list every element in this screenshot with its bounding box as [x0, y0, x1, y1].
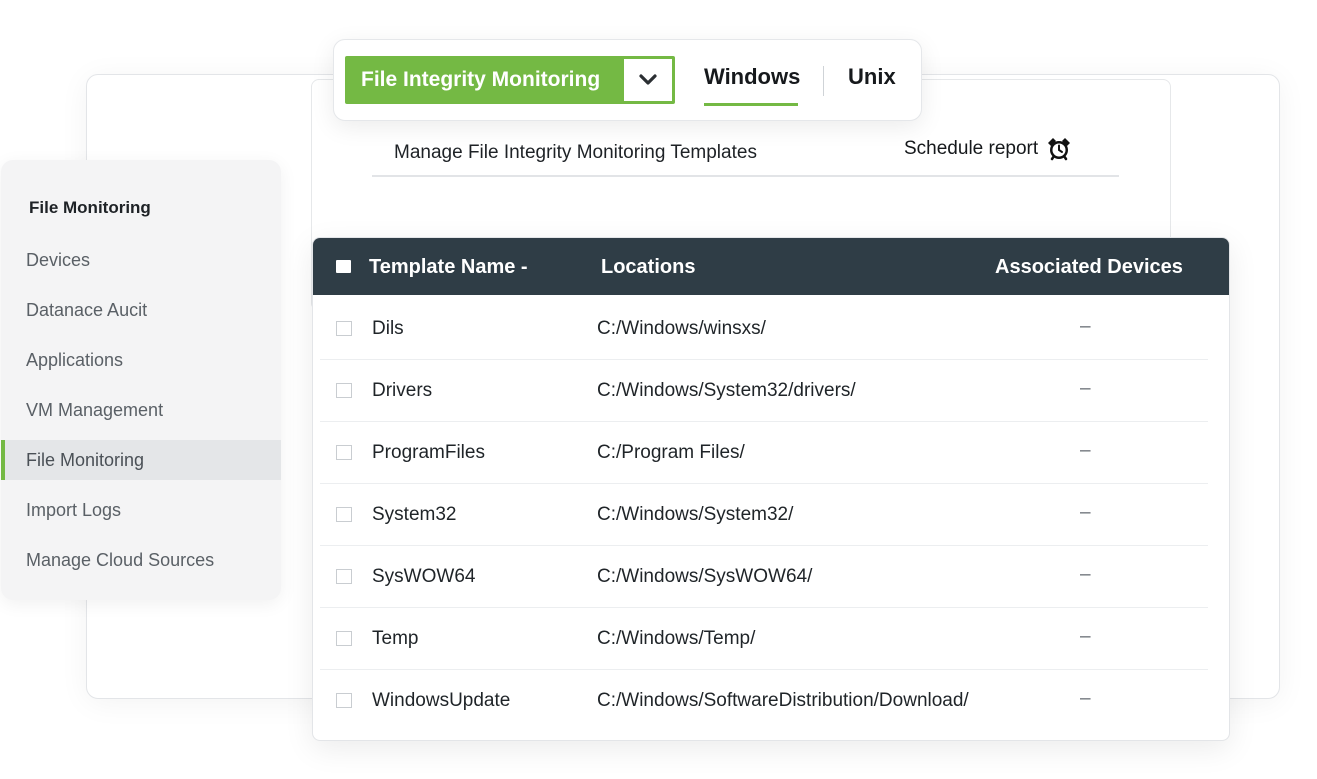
sidebar-item-database-audit[interactable]: Datanace Aucit — [1, 290, 281, 330]
sidebar: File Monitoring Devices Datanace Aucit A… — [1, 160, 281, 600]
schedule-report-label: Schedule report — [904, 138, 1039, 159]
row-checkbox[interactable] — [336, 569, 352, 584]
tab-windows-label: Windows — [704, 64, 801, 89]
sidebar-item-manage-cloud-sources[interactable]: Manage Cloud Sources — [1, 540, 281, 580]
cell-location: C:/Windows/System32/drivers/ — [597, 380, 856, 401]
table-row[interactable]: ProgramFiles C:/Program Files/ – — [320, 421, 1208, 484]
cell-location: C:/Windows/SysWOW64/ — [597, 566, 813, 587]
cell-location: C:/Windows/SoftwareDistribution/Download… — [597, 690, 969, 711]
row-checkbox[interactable] — [336, 321, 352, 336]
page-title: Manage File Integrity Monitoring Templat… — [394, 142, 757, 163]
cell-associated-devices: – — [1080, 440, 1091, 461]
sidebar-title: File Monitoring — [29, 198, 151, 217]
module-dropdown[interactable]: File Integrity Monitoring — [345, 56, 675, 104]
table-row[interactable]: Temp C:/Windows/Temp/ – — [320, 607, 1208, 670]
table-row[interactable]: System32 C:/Windows/System32/ – — [320, 483, 1208, 546]
cell-location: C:/Program Files/ — [597, 442, 745, 463]
table-row[interactable]: WindowsUpdate C:/Windows/SoftwareDistribu… — [320, 669, 1208, 731]
cell-template-name: WindowsUpdate — [372, 690, 511, 711]
table-row[interactable]: Dils C:/Windows/winsxs/ – — [320, 297, 1208, 360]
tab-unix-label: Unix — [848, 64, 896, 89]
chevron-down-icon[interactable] — [624, 59, 672, 101]
row-checkbox[interactable] — [336, 693, 352, 708]
module-dropdown-label: File Integrity Monitoring — [361, 68, 601, 91]
active-tab-indicator — [704, 103, 798, 106]
module-tabbar: File Integrity Monitoring Windows Unix — [333, 39, 922, 121]
sidebar-item-applications[interactable]: Applications — [1, 340, 281, 380]
schedule-report-button[interactable]: Schedule report — [904, 136, 1072, 162]
row-checkbox[interactable] — [336, 445, 352, 460]
sidebar-item-vm-management[interactable]: VM Management — [1, 390, 281, 430]
row-checkbox[interactable] — [336, 507, 352, 522]
sidebar-item-devices[interactable]: Devices — [1, 240, 281, 280]
sidebar-item-import-logs[interactable]: Import Logs — [1, 490, 281, 530]
cell-associated-devices: – — [1080, 564, 1091, 585]
cell-associated-devices: – — [1080, 626, 1091, 647]
cell-template-name: Drivers — [372, 380, 433, 401]
cell-template-name: SysWOW64 — [372, 566, 476, 587]
cell-associated-devices: – — [1080, 378, 1091, 399]
table-row[interactable]: Drivers C:/Windows/System32/drivers/ – — [320, 359, 1208, 422]
cell-template-name: Dils — [372, 318, 404, 339]
row-checkbox[interactable] — [336, 383, 352, 398]
column-header-locations: Locations — [601, 256, 696, 278]
cell-location: C:/Windows/winsxs/ — [597, 318, 766, 339]
cell-associated-devices: – — [1080, 502, 1091, 523]
alarm-clock-icon — [1046, 136, 1072, 162]
cell-location: C:/Windows/Temp/ — [597, 628, 756, 649]
templates-table: Template Name - Locations Associated Dev… — [312, 237, 1230, 741]
cell-location: C:/Windows/System32/ — [597, 504, 794, 525]
cell-associated-devices: – — [1080, 316, 1091, 337]
table-row[interactable]: SysWOW64 C:/Windows/SysWOW64/ – — [320, 545, 1208, 608]
row-checkbox[interactable] — [336, 631, 352, 646]
cell-associated-devices: – — [1080, 688, 1091, 709]
table-header: Template Name - Locations Associated Dev… — [313, 238, 1229, 295]
title-divider — [372, 175, 1119, 177]
cell-template-name: Temp — [372, 628, 419, 649]
column-header-associated-devices: Associated Devices — [995, 256, 1183, 278]
tab-divider — [823, 66, 824, 96]
cell-template-name: System32 — [372, 504, 457, 525]
select-all-checkbox[interactable] — [336, 260, 351, 273]
tab-unix[interactable]: Unix — [848, 64, 896, 90]
cell-template-name: ProgramFiles — [372, 442, 485, 463]
tab-windows[interactable]: Windows — [704, 64, 801, 106]
column-header-template-name[interactable]: Template Name - — [369, 256, 528, 279]
sidebar-item-file-monitoring[interactable]: File Monitoring — [1, 440, 281, 480]
